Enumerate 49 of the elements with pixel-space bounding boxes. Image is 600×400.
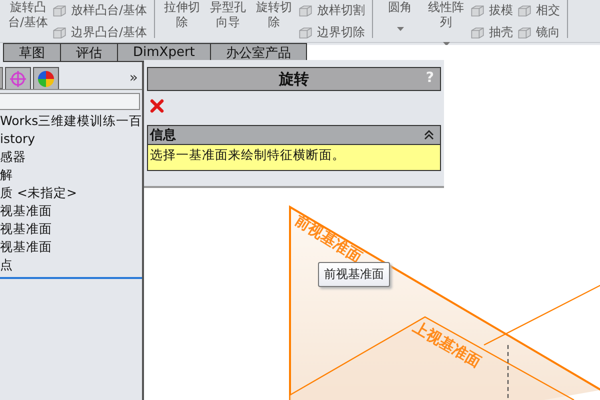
toolbar-button[interactable]: 放样凸台/基体: [52, 2, 148, 19]
group-title: 信息: [150, 127, 176, 144]
tree-item[interactable]: 点: [0, 256, 142, 274]
filter-field[interactable]: [0, 93, 140, 110]
toolbar-button[interactable]: 放样切割: [298, 2, 366, 19]
toolbar-button[interactable]: 拉伸切除: [160, 0, 204, 30]
toolbar-button[interactable]: 圆角: [378, 0, 422, 31]
toolbar-button[interactable]: 镜向: [517, 24, 560, 41]
tree-item[interactable]: 质 <未指定>: [0, 184, 142, 202]
tree-item[interactable]: 解: [0, 166, 142, 184]
toolbar-button[interactable]: 异型孔向导: [206, 0, 250, 30]
tree-item[interactable]: Works三维建模训练一百: [0, 112, 142, 130]
axis-line: [507, 345, 509, 400]
panel-title: 旋转: [279, 70, 309, 88]
command-tab[interactable]: 评估: [61, 43, 118, 62]
cube-icon: [298, 4, 314, 18]
tree-item[interactable]: 视基准面: [0, 220, 142, 238]
crosshair-icon: [9, 70, 27, 88]
plane-label: 上视基准面: [410, 318, 484, 371]
toolbar-button[interactable]: 边界切除: [298, 24, 366, 41]
cancel-button[interactable]: [150, 99, 164, 113]
toolbar-button[interactable]: 旋转切除: [252, 0, 296, 30]
cube-icon: [470, 4, 486, 18]
tree-item[interactable]: 视基准面: [0, 238, 142, 256]
command-tab[interactable]: 草图: [3, 43, 61, 62]
info-message: 选择一基准面来绘制特征横断面。: [148, 145, 440, 170]
cube-icon: [52, 4, 67, 18]
panel-tab[interactable]: [33, 67, 59, 89]
cube-icon: [52, 26, 67, 40]
toolbar-button[interactable]: 抽壳: [470, 24, 514, 41]
cube-icon: [517, 4, 532, 18]
toolbar-button[interactable]: 拔模: [470, 2, 514, 19]
toolbar-button[interactable]: 线性阵列: [424, 0, 468, 46]
tree-item[interactable]: 视基准面: [0, 202, 142, 220]
close-icon: [150, 99, 164, 113]
cube-icon: [470, 26, 486, 40]
tooltip: 前视基准面: [318, 262, 390, 287]
command-tab[interactable]: DimXpert: [118, 43, 211, 62]
toolbar-button[interactable]: 旋转凸台/基体: [6, 0, 50, 30]
cube-icon: [298, 26, 314, 40]
color-wheel-icon: [37, 70, 55, 88]
cube-icon: [517, 26, 532, 40]
toolbar-button[interactable]: 边界凸台/基体: [52, 24, 148, 41]
tree-item[interactable]: 感器: [0, 148, 142, 166]
toolbar-button[interactable]: 相交: [517, 2, 560, 19]
tree-item[interactable]: istory: [0, 130, 142, 148]
more-button[interactable]: »: [129, 70, 138, 86]
panel-tab[interactable]: [5, 67, 31, 89]
group-header[interactable]: 信息: [148, 126, 440, 145]
